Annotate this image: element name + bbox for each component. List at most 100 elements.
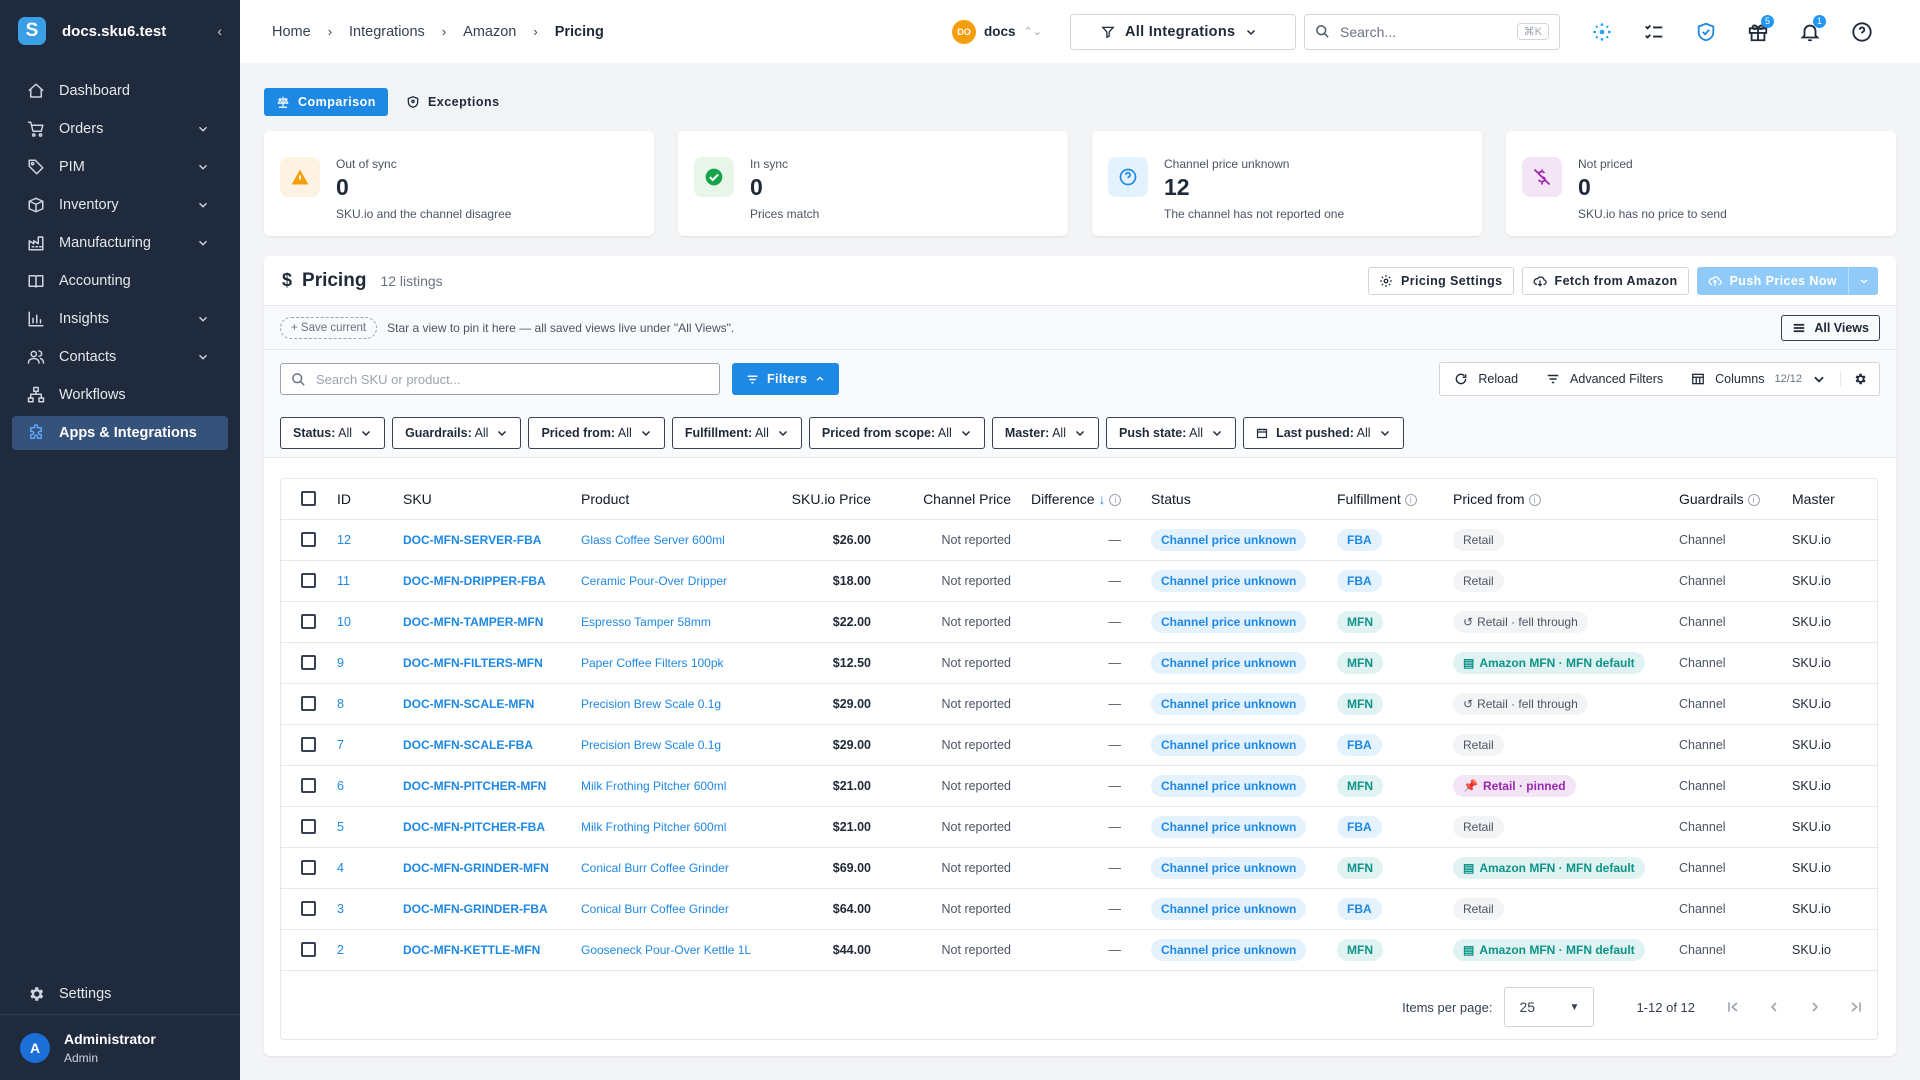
col-guardrails[interactable]: Guardrails i <box>1679 479 1792 520</box>
tab-exceptions[interactable]: Exceptions <box>394 88 512 116</box>
filter-chip-push-state[interactable]: Push state: All <box>1105 416 1237 449</box>
row-sku-link[interactable]: DOC-MFN-TAMPER-MFN <box>403 601 581 643</box>
table-row[interactable]: 7 DOC-MFN-SCALE-FBA Precision Brew Scale… <box>281 724 1877 766</box>
filter-chip-priced-from-scope[interactable]: Priced from scope: All <box>808 416 985 449</box>
summary-card-out-of-sync[interactable]: Out of sync 0 SKU.io and the channel dis… <box>264 131 654 236</box>
sidebar-item-apps-integrations[interactable]: Apps & Integrations <box>12 416 228 450</box>
sidebar-item-settings[interactable]: Settings <box>0 974 240 1014</box>
row-id-link[interactable]: 3 <box>337 888 403 930</box>
security-button[interactable] <box>1680 21 1732 43</box>
row-id-link[interactable]: 11 <box>337 560 403 602</box>
tasks-button[interactable] <box>1628 21 1680 43</box>
push-prices-button[interactable]: Push Prices Now <box>1696 266 1848 295</box>
row-sku-link[interactable]: DOC-MFN-SCALE-FBA <box>403 724 581 766</box>
row-product-link[interactable]: Paper Coffee Filters 100pk <box>581 642 791 684</box>
summary-card-not-priced[interactable]: Not priced 0 SKU.io has no price to send <box>1506 131 1896 236</box>
advanced-filters-button[interactable]: Advanced Filters <box>1532 372 1677 386</box>
row-id-link[interactable]: 2 <box>337 929 403 971</box>
row-sku-link[interactable]: DOC-MFN-PITCHER-FBA <box>403 806 581 848</box>
sidebar-item-contacts[interactable]: Contacts <box>0 340 240 374</box>
row-checkbox[interactable] <box>301 532 316 547</box>
col-priced-from[interactable]: Priced from i <box>1453 479 1679 520</box>
row-sku-link[interactable]: DOC-MFN-PITCHER-MFN <box>403 765 581 807</box>
breadcrumb-amazon[interactable]: Amazon <box>463 24 516 40</box>
row-checkbox[interactable] <box>301 696 316 711</box>
sidebar-item-insights[interactable]: Insights <box>0 302 240 336</box>
filter-chip-master[interactable]: Master: All <box>991 416 1099 449</box>
row-id-link[interactable]: 12 <box>337 519 403 561</box>
row-checkbox[interactable] <box>301 573 316 588</box>
row-sku-link[interactable]: DOC-MFN-KETTLE-MFN <box>403 929 581 971</box>
row-checkbox[interactable] <box>301 942 316 957</box>
row-id-link[interactable]: 7 <box>337 724 403 766</box>
table-row[interactable]: 2 DOC-MFN-KETTLE-MFN Gooseneck Pour-Over… <box>281 929 1877 971</box>
row-product-link[interactable]: Conical Burr Coffee Grinder <box>581 847 791 889</box>
first-page-icon[interactable] <box>1725 999 1741 1015</box>
sidebar-item-orders[interactable]: Orders <box>0 112 240 146</box>
prev-page-icon[interactable] <box>1766 999 1782 1015</box>
breadcrumb-integrations[interactable]: Integrations <box>349 24 425 40</box>
row-sku-link[interactable]: DOC-MFN-GRINDER-MFN <box>403 847 581 889</box>
row-id-link[interactable]: 5 <box>337 806 403 848</box>
sidebar-item-workflows[interactable]: Workflows <box>0 378 240 412</box>
table-row[interactable]: 11 DOC-MFN-DRIPPER-FBA Ceramic Pour-Over… <box>281 560 1877 602</box>
table-settings-button[interactable] <box>1840 372 1879 386</box>
table-row[interactable]: 8 DOC-MFN-SCALE-MFN Precision Brew Scale… <box>281 683 1877 725</box>
breadcrumb-home[interactable]: Home <box>272 24 311 40</box>
row-id-link[interactable]: 8 <box>337 683 403 725</box>
row-product-link[interactable]: Glass Coffee Server 600ml <box>581 519 791 561</box>
last-page-icon[interactable] <box>1848 999 1864 1015</box>
sku-search-input[interactable]: Search SKU or product... <box>280 363 720 395</box>
sidebar-item-pim[interactable]: PIM <box>0 150 240 184</box>
push-options-dropdown[interactable] <box>1848 266 1878 295</box>
columns-button[interactable]: Columns 12/12 <box>1677 372 1840 386</box>
col-id[interactable]: ID <box>337 479 403 520</box>
row-checkbox[interactable] <box>301 655 316 670</box>
row-sku-link[interactable]: DOC-MFN-SCALE-MFN <box>403 683 581 725</box>
whats-new-button[interactable]: 5 <box>1732 14 1784 43</box>
row-product-link[interactable]: Precision Brew Scale 0.1g <box>581 724 791 766</box>
row-id-link[interactable]: 4 <box>337 847 403 889</box>
row-sku-link[interactable]: DOC-MFN-FILTERS-MFN <box>403 642 581 684</box>
tab-comparison[interactable]: Comparison <box>264 88 388 116</box>
filter-chip-status[interactable]: Status: All <box>280 416 386 449</box>
pricing-settings-button[interactable]: Pricing Settings <box>1367 266 1514 295</box>
col-channel-price[interactable]: Channel Price <box>891 479 1031 520</box>
table-row[interactable]: 10 DOC-MFN-TAMPER-MFN Espresso Tamper 58… <box>281 601 1877 643</box>
help-button[interactable] <box>1836 21 1888 43</box>
col-difference[interactable]: Difference ↓ i <box>1031 479 1151 520</box>
filter-chip-fulfillment[interactable]: Fulfillment: All <box>671 416 802 449</box>
table-row[interactable]: 3 DOC-MFN-GRINDER-FBA Conical Burr Coffe… <box>281 888 1877 930</box>
row-product-link[interactable]: Milk Frothing Pitcher 600ml <box>581 765 791 807</box>
integration-select[interactable]: All Integrations <box>1070 13 1296 50</box>
row-checkbox[interactable] <box>301 737 316 752</box>
filter-chip-priced-from[interactable]: Priced from: All <box>528 416 665 449</box>
row-sku-link[interactable]: DOC-MFN-DRIPPER-FBA <box>403 560 581 602</box>
app-logo[interactable]: S <box>18 17 46 45</box>
table-row[interactable]: 6 DOC-MFN-PITCHER-MFN Milk Frothing Pitc… <box>281 765 1877 807</box>
table-row[interactable]: 5 DOC-MFN-PITCHER-FBA Milk Frothing Pitc… <box>281 806 1877 848</box>
table-row[interactable]: 9 DOC-MFN-FILTERS-MFN Paper Coffee Filte… <box>281 642 1877 684</box>
summary-card-channel-price-unknown[interactable]: Channel price unknown 12 The channel has… <box>1092 131 1482 236</box>
col-fulfillment[interactable]: Fulfillment i <box>1337 479 1453 520</box>
org-switcher[interactable]: DO docs ⌃⌄ <box>952 19 1042 44</box>
col-master[interactable]: Master <box>1792 479 1877 520</box>
col-skuio-price[interactable]: SKU.io Price <box>791 479 891 520</box>
global-search-input[interactable]: Search... ⌘K <box>1304 13 1560 50</box>
row-checkbox[interactable] <box>301 860 316 875</box>
sidebar-item-manufacturing[interactable]: Manufacturing <box>0 226 240 260</box>
sidebar-item-dashboard[interactable]: Dashboard <box>0 74 240 108</box>
save-current-view-button[interactable]: + Save current <box>280 316 378 339</box>
fetch-from-amazon-button[interactable]: Fetch from Amazon <box>1521 266 1689 295</box>
row-sku-link[interactable]: DOC-MFN-GRINDER-FBA <box>403 888 581 930</box>
collapse-sidebar-icon[interactable]: ‹ <box>217 23 222 39</box>
next-page-icon[interactable] <box>1807 999 1823 1015</box>
row-product-link[interactable]: Milk Frothing Pitcher 600ml <box>581 806 791 848</box>
items-per-page-select[interactable]: 25 ▼ <box>1504 987 1595 1027</box>
reload-button[interactable]: Reload <box>1440 372 1532 386</box>
row-product-link[interactable]: Conical Burr Coffee Grinder <box>581 888 791 930</box>
summary-card-in-sync[interactable]: In sync 0 Prices match <box>678 131 1068 236</box>
row-checkbox[interactable] <box>301 614 316 629</box>
row-checkbox[interactable] <box>301 901 316 916</box>
row-product-link[interactable]: Gooseneck Pour-Over Kettle 1L <box>581 929 791 971</box>
